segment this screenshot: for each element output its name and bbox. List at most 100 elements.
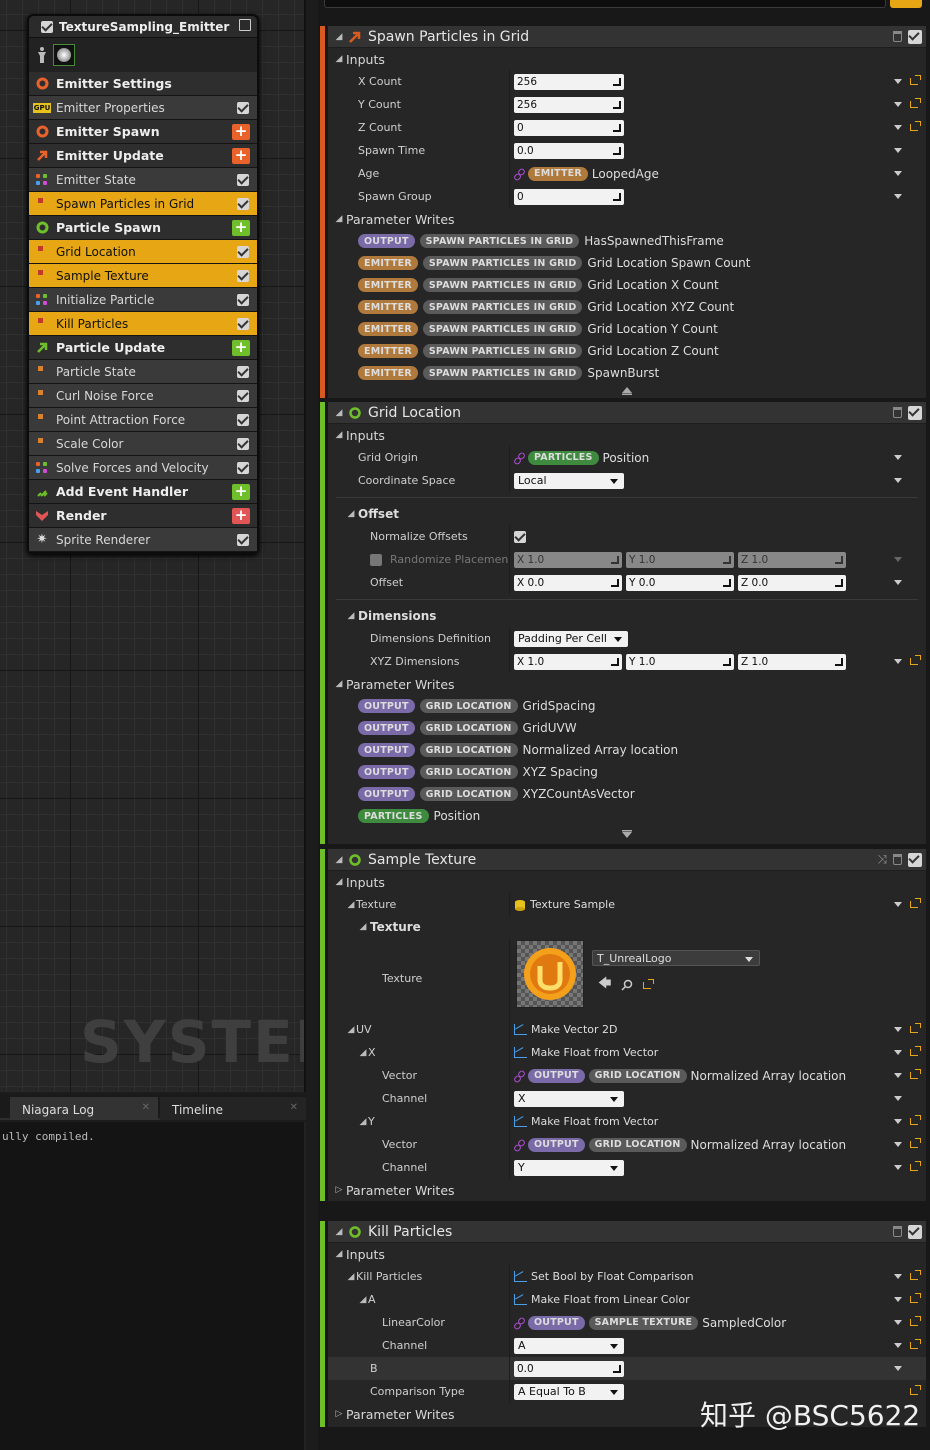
open-external-icon[interactable] <box>239 19 251 31</box>
module-enable-checkbox[interactable] <box>237 461 249 474</box>
emitter-row-scale-color[interactable]: Scale Color <box>29 432 257 456</box>
collapse-icon[interactable]: ◢ <box>358 1048 368 1058</box>
reset-icon[interactable] <box>910 1293 921 1303</box>
emitter-row-sample-texture[interactable]: Sample Texture <box>29 264 257 288</box>
module-enable-checkbox[interactable] <box>237 413 249 426</box>
offset-x-field[interactable]: X 0.0 <box>514 574 622 591</box>
expand-arrow[interactable] <box>328 827 926 841</box>
collapse-icon[interactable]: ◢ <box>334 54 344 64</box>
tab-timeline[interactable]: Timeline ✕ <box>160 1097 306 1120</box>
close-icon[interactable]: ✕ <box>290 1102 298 1113</box>
collapse-icon[interactable]: ◢ <box>346 611 356 621</box>
texture-thumbnail[interactable] <box>516 940 584 1008</box>
add-module-button[interactable]: + <box>232 339 250 356</box>
inputs-category[interactable]: ◢ Inputs <box>328 48 926 70</box>
options-dropdown[interactable] <box>894 1320 902 1325</box>
delete-icon[interactable] <box>893 31 902 42</box>
reset-icon[interactable] <box>910 1270 921 1280</box>
options-dropdown[interactable] <box>894 1073 902 1078</box>
reset-icon[interactable] <box>910 1339 921 1349</box>
add-module-button[interactable]: + <box>232 123 250 140</box>
options-dropdown[interactable] <box>894 102 902 107</box>
value-field[interactable]: 0 <box>514 188 624 205</box>
options-dropdown[interactable] <box>894 194 902 199</box>
add-module-button[interactable]: + <box>232 483 250 500</box>
emitter-row-grid-location[interactable]: Grid Location <box>29 240 257 264</box>
module-enable-checkbox[interactable] <box>237 245 249 258</box>
offset-y-field[interactable]: Y 0.0 <box>626 574 734 591</box>
close-icon[interactable]: ✕ <box>142 1102 150 1113</box>
dimensions-definition-select[interactable]: Padding Per Cell <box>514 630 628 647</box>
delete-icon[interactable] <box>893 407 902 418</box>
inputs-category[interactable]: ◢ Inputs <box>328 424 926 446</box>
emitter-node[interactable]: TextureSampling_Emitter Emitter Settings… <box>27 14 259 554</box>
reset-icon[interactable] <box>910 898 921 908</box>
reset-icon[interactable] <box>910 1161 921 1171</box>
emitter-row-initialize-particle[interactable]: Initialize Particle <box>29 288 257 312</box>
reset-icon[interactable] <box>910 1316 921 1326</box>
module-header[interactable]: ◢ Kill Particles <box>328 1221 926 1243</box>
options-dropdown[interactable] <box>894 148 902 153</box>
y-channel-select[interactable]: Y <box>514 1159 624 1176</box>
options-dropdown[interactable] <box>894 478 902 483</box>
search-button[interactable] <box>890 0 922 8</box>
xyz-x-field[interactable]: X 1.0 <box>514 653 622 670</box>
reset-icon[interactable] <box>910 1138 921 1148</box>
options-dropdown[interactable] <box>894 1297 902 1302</box>
module-header[interactable]: ◢ Sample Texture ⤨ <box>328 849 926 871</box>
collapse-icon[interactable]: ◢ <box>334 855 344 865</box>
param-writes-category[interactable]: ◢ Parameter Writes <box>328 673 926 695</box>
options-dropdown[interactable] <box>894 580 902 585</box>
emitter-row-spawn-particles-in-grid[interactable]: Spawn Particles in Grid <box>29 192 257 216</box>
module-enable-checkbox[interactable] <box>237 365 249 378</box>
emitter-row-emitter-spawn[interactable]: Emitter Spawn + <box>29 120 257 144</box>
param-writes-category[interactable]: ◢ Parameter Writes <box>328 208 926 230</box>
emitter-row-add-event-handler[interactable]: Add Event Handler + <box>29 480 257 504</box>
emitter-row-emitter-state[interactable]: Emitter State <box>29 168 257 192</box>
collapse-icon[interactable]: ◢ <box>358 1117 368 1127</box>
add-module-button[interactable]: + <box>232 507 250 524</box>
reset-icon[interactable] <box>910 98 921 108</box>
module-enable-checkbox[interactable] <box>237 533 249 546</box>
emitter-row-particle-update[interactable]: Particle Update + <box>29 336 257 360</box>
dimensions-category[interactable]: ◢ Dimensions <box>328 605 926 627</box>
options-dropdown[interactable] <box>894 1366 902 1371</box>
coordinate-space-select[interactable]: Local <box>514 472 624 489</box>
emitter-enable-checkbox[interactable] <box>41 20 53 33</box>
module-enable-checkbox[interactable] <box>908 29 922 44</box>
collapse-icon[interactable]: ◢ <box>334 32 344 42</box>
emitter-row-point-attraction-force[interactable]: Point Attraction Force <box>29 408 257 432</box>
reset-icon[interactable] <box>910 121 921 131</box>
module-enable-checkbox[interactable] <box>237 317 249 330</box>
collapse-icon[interactable]: ◢ <box>334 877 344 887</box>
options-dropdown[interactable] <box>894 79 902 84</box>
collapse-icon[interactable]: ◢ <box>358 1295 368 1305</box>
collapse-icon[interactable]: ◢ <box>358 922 368 932</box>
sprite-thumbnail[interactable] <box>53 44 75 66</box>
offset-category[interactable]: ◢ Offset <box>328 503 926 525</box>
collapse-icon[interactable]: ◢ <box>334 1249 344 1259</box>
collapse-icon[interactable]: ◢ <box>334 1227 344 1237</box>
options-dropdown[interactable] <box>894 1096 902 1101</box>
emitter-row-render[interactable]: Render + <box>29 504 257 528</box>
collapse-icon[interactable]: ◢ <box>346 900 356 910</box>
module-enable-checkbox[interactable] <box>237 101 249 114</box>
delete-icon[interactable] <box>893 854 902 865</box>
options-dropdown[interactable] <box>894 1274 902 1279</box>
search-input[interactable] <box>324 0 886 8</box>
reset-icon[interactable] <box>910 1115 921 1125</box>
options-dropdown[interactable] <box>894 455 902 460</box>
xyz-y-field[interactable]: Y 1.0 <box>626 653 734 670</box>
module-enable-checkbox[interactable] <box>237 269 249 282</box>
emitter-row-solve-forces-and-velocity[interactable]: Solve Forces and Velocity <box>29 456 257 480</box>
module-enable-checkbox[interactable] <box>908 405 922 420</box>
options-dropdown[interactable] <box>894 902 902 907</box>
collapse-icon[interactable]: ◢ <box>334 408 344 418</box>
options-dropdown[interactable] <box>894 1142 902 1147</box>
module-enable-checkbox[interactable] <box>908 852 922 867</box>
param-writes-category[interactable]: ▷ Parameter Writes <box>328 1179 926 1201</box>
value-field[interactable]: 256 <box>514 96 624 113</box>
value-field[interactable]: 0.0 <box>514 142 624 159</box>
collapse-icon[interactable]: ◢ <box>346 1272 356 1282</box>
add-module-button[interactable]: + <box>232 219 250 236</box>
